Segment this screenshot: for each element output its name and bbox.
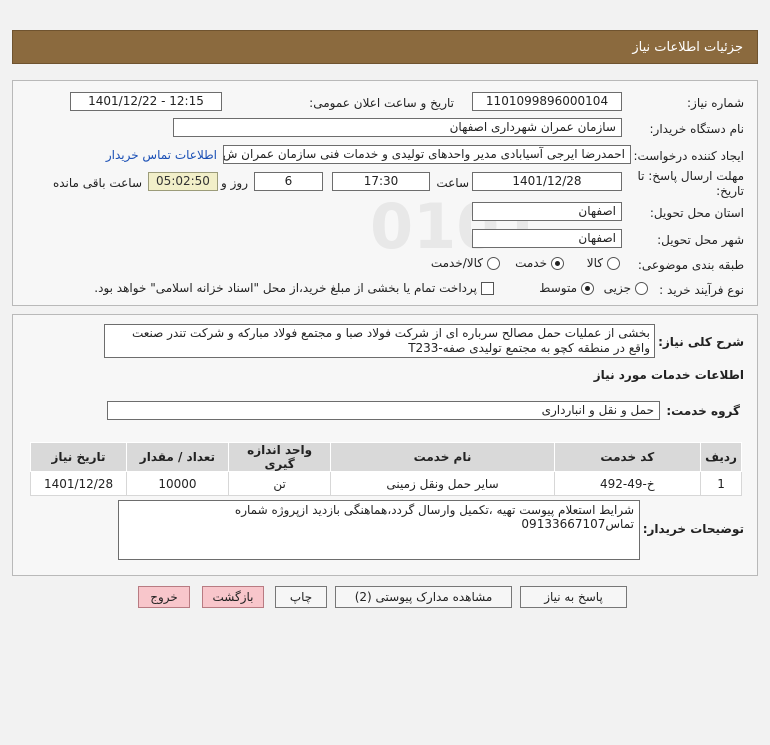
col-row: ردیف [700, 442, 742, 472]
buyer-org-field: سازمان عمران شهرداری اصفهان [173, 118, 622, 137]
deadline-date-field: 1401/12/28 [472, 172, 622, 191]
days-remaining-field: 6 [254, 172, 323, 191]
deadline-time-label: ساعت [436, 176, 469, 190]
cell-quantity: 10000 [126, 471, 229, 496]
radio-goods-service[interactable] [487, 256, 500, 270]
col-unit: واحد اندازه گیری [227, 442, 332, 472]
need-number-field: 1101099896000104 [472, 92, 622, 111]
category-option-goods[interactable]: کالا [587, 256, 620, 270]
need-info-panel [12, 80, 758, 306]
col-service-code: کد خدمت [553, 442, 702, 472]
radio-medium[interactable] [581, 281, 594, 295]
reply-button[interactable]: پاسخ به نیاز [520, 586, 627, 608]
buyer-notes-text: شرایط استعلام پیوست تهیه ،تکمیل وارسال گ… [118, 500, 640, 560]
process-label: نوع فرآیند خرید : [659, 283, 744, 297]
requester-label: ایجاد کننده درخواست: [633, 149, 744, 163]
table-row: 1401/12/28 10000 تن سایر حمل ونقل زمینی … [29, 471, 742, 496]
col-quantity: تعداد / مقدار [126, 442, 229, 472]
treasury-payment-option[interactable]: پرداخت تمام یا بخشی از مبلغ خرید،از محل … [94, 281, 494, 295]
attachments-button[interactable]: مشاهده مدارک پیوستی (2) [335, 586, 512, 608]
announce-date-label: تاریخ و ساعت اعلان عمومی: [309, 96, 454, 110]
radio-goods[interactable] [607, 256, 620, 270]
radio-service[interactable] [551, 256, 564, 270]
page-header: جزئیات اطلاعات نیاز [12, 30, 758, 64]
process-option-minor[interactable]: جزیی [604, 281, 648, 295]
cell-unit: تن [227, 471, 332, 496]
requester-field: احمدرضا ایرجی آسیابادی مدیر واحدهای تولی… [223, 145, 631, 164]
col-need-date: تاریخ نیاز [29, 442, 128, 472]
province-field: اصفهان [472, 202, 622, 221]
table-header-row: تاریخ نیاز تعداد / مقدار واحد اندازه گیر… [29, 442, 742, 472]
buyer-notes-label: توضیحات خریدار: [642, 522, 744, 536]
deadline-time-field: 17:30 [332, 172, 430, 191]
category-label: طبقه بندی موضوعی: [637, 258, 744, 272]
page-title: جزئیات اطلاعات نیاز [632, 39, 743, 55]
print-button[interactable]: چاپ [275, 586, 327, 608]
service-group-field: حمل و نقل و انبارداری [107, 401, 660, 420]
province-label: استان محل تحویل: [649, 206, 744, 220]
city-label: شهر محل تحویل: [657, 233, 744, 247]
back-button[interactable]: بازگشت [202, 586, 264, 608]
buyer-org-label: نام دستگاه خریدار: [649, 122, 745, 136]
need-number-label: شماره نیاز: [687, 96, 744, 110]
services-title: اطلاعات خدمات مورد نیاز [593, 368, 744, 382]
treasury-checkbox[interactable] [481, 281, 494, 295]
exit-button[interactable]: خروج [138, 586, 190, 608]
col-service-name: نام خدمت [330, 442, 555, 472]
cell-service-name: سایر حمل ونقل زمینی [330, 471, 555, 496]
process-option-medium[interactable]: متوسط [539, 281, 594, 295]
buyer-contact-link[interactable]: اطلاعات تماس خریدار [106, 148, 217, 162]
services-table: تاریخ نیاز تعداد / مقدار واحد اندازه گیر… [29, 442, 742, 496]
cell-service-code: خ-49-492 [553, 471, 702, 496]
days-label: روز و [221, 176, 248, 190]
countdown-timer: 05:02:50 [148, 172, 218, 191]
radio-minor[interactable] [635, 281, 648, 295]
service-group-label: گروه خدمت: [666, 404, 740, 418]
category-option-service[interactable]: خدمت [515, 256, 564, 270]
summary-text: بخشی از عملیات حمل مصالح سرباره ای از شر… [104, 324, 655, 358]
category-option-goods-service[interactable]: کالا/خدمت [431, 256, 500, 270]
cell-need-date: 1401/12/28 [29, 471, 128, 496]
deadline-label-date: تاریخ: [716, 184, 744, 198]
announce-date-field: 1401/12/22 - 12:15 [70, 92, 222, 111]
deadline-label: مهلت ارسال پاسخ: تا [637, 169, 744, 183]
summary-label: شرح کلی نیاز: [658, 335, 744, 349]
city-field: اصفهان [472, 229, 622, 248]
cell-row: 1 [700, 471, 742, 496]
remaining-label: ساعت باقی مانده [52, 176, 142, 190]
